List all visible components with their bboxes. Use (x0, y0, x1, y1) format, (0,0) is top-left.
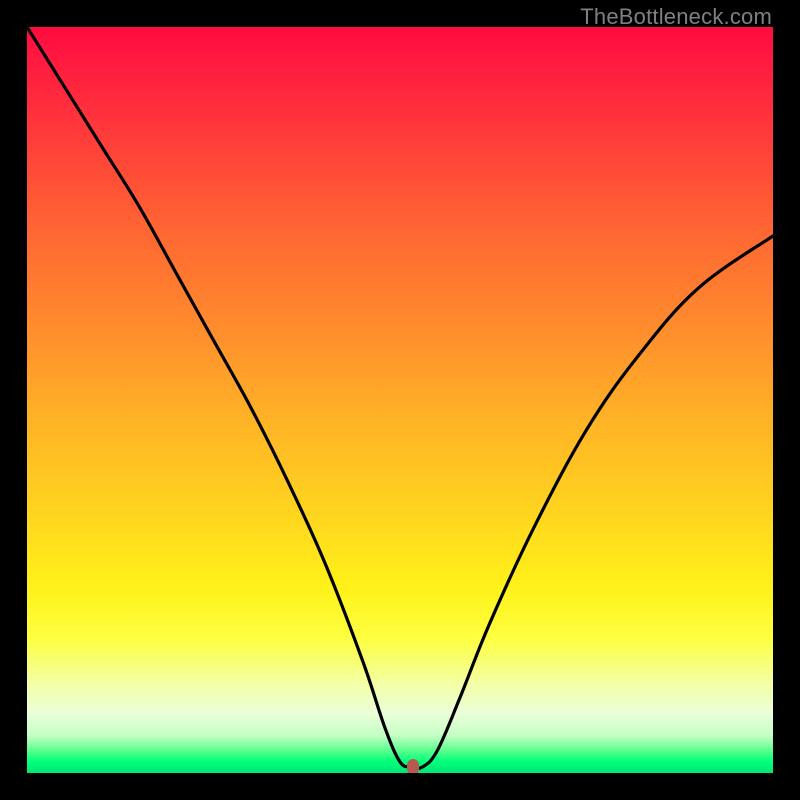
watermark-text: TheBottleneck.com (580, 4, 772, 30)
minimum-marker (407, 759, 419, 773)
bottleneck-curve (27, 27, 773, 773)
plot-area (27, 27, 773, 773)
chart-frame: TheBottleneck.com (0, 0, 800, 800)
